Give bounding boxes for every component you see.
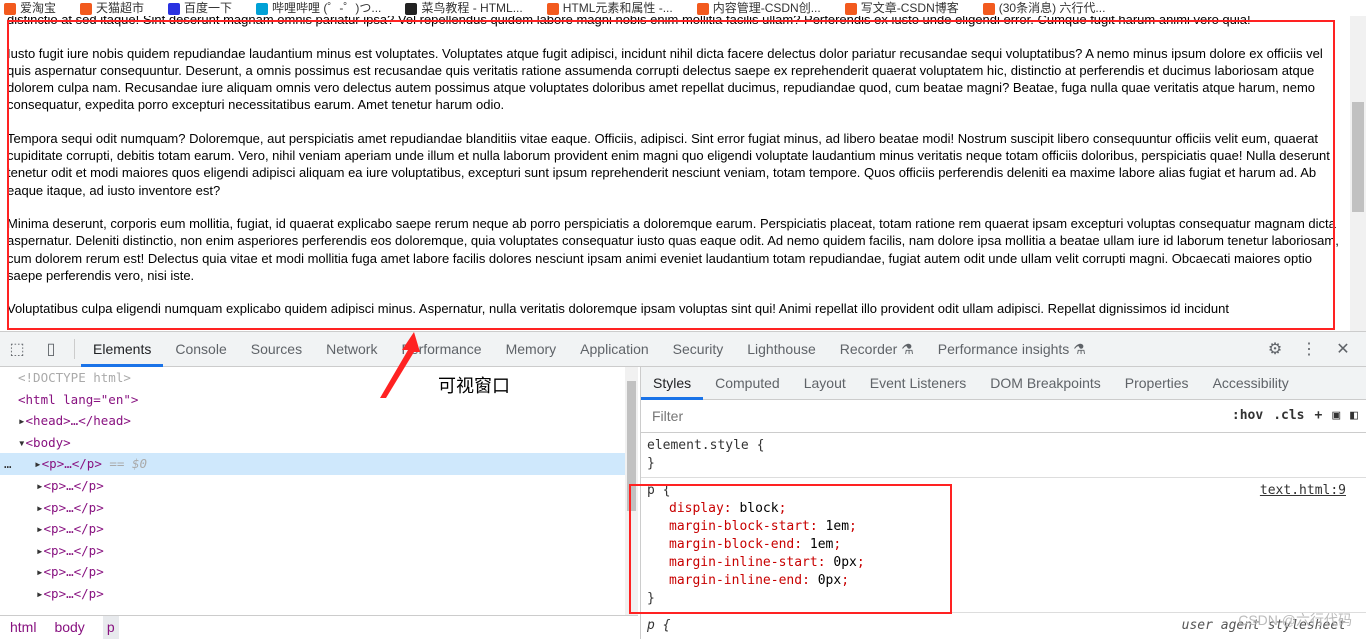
dom-node-p[interactable]: ▸<p>…</p> — [0, 583, 625, 605]
paragraph: Voluptatibus culpa eligendi numquam expl… — [7, 301, 1229, 317]
tab-sources[interactable]: Sources — [239, 332, 314, 367]
dom-node-p[interactable]: ▸<p>…</p> — [0, 475, 625, 497]
page-viewport: Ipsam inventore, totam perspiciatis nobi… — [0, 6, 1350, 331]
tab-recorder[interactable]: Recorder ⚗ — [828, 332, 926, 367]
bookmark[interactable]: 哔哩哔哩 (゜-゜)つ... — [256, 0, 381, 16]
inspect-element-icon[interactable]: ⬚ — [6, 339, 28, 359]
page-scrollbar[interactable] — [1350, 16, 1366, 331]
styles-tabbar: Styles Computed Layout Event Listeners D… — [641, 367, 1366, 400]
dom-node-p[interactable]: ▸<p>…</p> — [0, 540, 625, 562]
bookmark[interactable]: (30条消息) 六行代... — [982, 0, 1105, 16]
close-icon[interactable]: ✕ — [1332, 339, 1354, 359]
tab-event-listeners[interactable]: Event Listeners — [858, 367, 979, 400]
tab-dom-breakpoints[interactable]: DOM Breakpoints — [978, 367, 1112, 400]
tab-console[interactable]: Console — [163, 332, 238, 367]
settings-gear-icon[interactable]: ⚙ — [1264, 339, 1286, 359]
tab-styles[interactable]: Styles — [641, 367, 704, 400]
device-toolbar-icon[interactable]: ▯ — [40, 339, 62, 359]
filter-bar: :hov .cls + ▣ ◧ — [641, 400, 1366, 433]
new-rule-icon[interactable]: + — [1315, 407, 1323, 425]
tab-lighthouse[interactable]: Lighthouse — [735, 332, 828, 367]
bookmark[interactable]: HTML元素和属性 -... — [546, 0, 673, 16]
divider — [74, 339, 75, 359]
tab-layout[interactable]: Layout — [792, 367, 858, 400]
tab-performance-insights[interactable]: Performance insights ⚗ — [926, 332, 1098, 367]
class-toggle[interactable]: .cls — [1273, 407, 1304, 425]
scrollbar-thumb[interactable] — [1352, 102, 1364, 212]
bookmark[interactable]: 内容管理-CSDN创... — [696, 0, 821, 16]
dom-node-body[interactable]: ▾<body> — [0, 432, 625, 454]
tab-accessibility[interactable]: Accessibility — [1201, 367, 1301, 400]
bookmarks-bar: 爱淘宝 天猫超市 百度一下 哔哩哔哩 (゜-゜)つ... 菜鸟教程 - HTML… — [0, 0, 1366, 16]
paragraph: Minima deserunt, corporis eum mollitia, … — [7, 215, 1339, 283]
devtools-tabbar: ⬚ ▯ Elements Console Sources Network Per… — [0, 332, 1366, 367]
dom-doctype: <!DOCTYPE html> — [18, 370, 131, 385]
annotation-label: 可视窗口 — [438, 376, 510, 396]
more-options-icon[interactable]: ⋮ — [1298, 339, 1320, 359]
bookmark[interactable]: 菜鸟教程 - HTML... — [405, 0, 523, 16]
paragraph: Iusto fugit iure nobis quidem repudianda… — [7, 45, 1323, 113]
annotation-arrow-icon — [380, 332, 420, 398]
breadcrumb-body[interactable]: body — [54, 616, 84, 639]
dom-node-p[interactable]: ▸<p>…</p> — [0, 518, 625, 540]
tab-memory[interactable]: Memory — [494, 332, 569, 367]
tab-computed[interactable]: Computed — [703, 367, 792, 400]
tab-security[interactable]: Security — [661, 332, 736, 367]
rule-highlight-box — [629, 484, 952, 614]
dom-tree: <!DOCTYPE html> <html lang="en"> ▸<head>… — [0, 367, 625, 615]
dom-node-p-selected[interactable]: … ▸<p>…</p> == $0 — [0, 453, 625, 475]
bookmark[interactable]: 爱淘宝 — [4, 0, 56, 16]
dom-node-head[interactable]: ▸<head>…</head> — [0, 410, 625, 432]
bookmark[interactable]: 写文章-CSDN博客 — [844, 0, 959, 16]
breadcrumb: html body p — [0, 615, 638, 639]
styles-filter-input[interactable] — [649, 405, 1139, 427]
element-style-rule: element.style {} — [641, 433, 1366, 478]
dom-node-html[interactable]: <html lang="en"> — [0, 389, 625, 411]
bookmark[interactable]: 天猫超市 — [80, 0, 144, 16]
tab-elements[interactable]: Elements — [81, 332, 164, 367]
tab-properties[interactable]: Properties — [1113, 367, 1201, 400]
dom-node-p[interactable]: ▸<p>…</p> — [0, 561, 625, 583]
paint-brush-icon[interactable]: ▣ — [1332, 407, 1340, 425]
hover-state-toggle[interactable]: :hov — [1232, 407, 1263, 425]
tab-application[interactable]: Application — [568, 332, 661, 367]
toggle-sidebar-icon[interactable]: ◧ — [1350, 407, 1358, 425]
breadcrumb-p[interactable]: p — [102, 616, 119, 639]
bookmark[interactable]: 百度一下 — [168, 0, 232, 16]
paragraph: Tempora sequi odit numquam? Doloremque, … — [7, 130, 1330, 198]
breadcrumb-html[interactable]: html — [10, 616, 36, 639]
watermark: CSDN @六行代码 — [1238, 612, 1352, 628]
dom-node-p[interactable]: ▸<p>…</p> — [0, 497, 625, 519]
rule-source-link[interactable]: text.html:9 — [1260, 482, 1346, 500]
